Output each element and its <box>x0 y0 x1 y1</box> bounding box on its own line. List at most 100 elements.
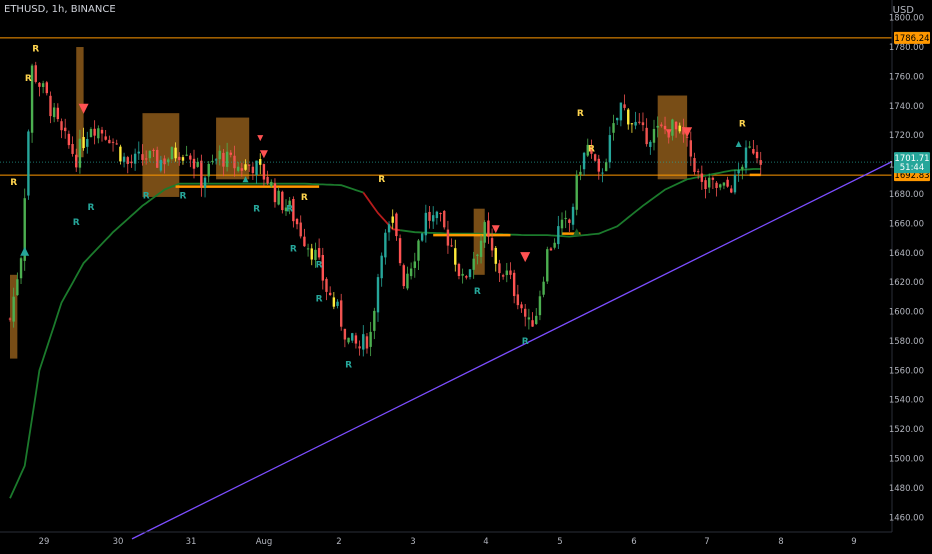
candle <box>450 245 453 247</box>
candle <box>395 213 398 237</box>
signal-label: R <box>253 205 260 215</box>
time-tick-label: 6 <box>631 537 636 547</box>
candle <box>214 159 218 161</box>
candle <box>409 268 413 277</box>
level-price-tag-label: 1786.24 <box>894 34 929 44</box>
candle <box>413 261 416 268</box>
candle <box>564 217 567 219</box>
time-tick-label: 4 <box>483 537 488 547</box>
candle <box>487 220 490 237</box>
candle <box>137 151 140 154</box>
candle <box>174 147 177 159</box>
candle <box>465 276 468 278</box>
candle <box>516 294 520 306</box>
signal-label: R <box>588 144 595 154</box>
candle <box>262 164 266 180</box>
candle <box>509 270 512 275</box>
candle <box>730 188 733 193</box>
candle <box>512 272 516 297</box>
candle <box>332 297 336 307</box>
candle <box>689 140 692 157</box>
candle <box>277 190 280 205</box>
consolidation-zone <box>142 113 180 197</box>
candle <box>619 102 623 121</box>
candle <box>358 346 361 349</box>
price-tick-label: 1500.00 <box>889 455 924 465</box>
candle <box>108 139 111 144</box>
candle <box>700 173 704 182</box>
candle <box>8 318 12 320</box>
candle <box>89 129 93 138</box>
candle <box>722 182 726 186</box>
candle <box>351 333 354 341</box>
candle <box>189 155 192 160</box>
candle <box>398 238 402 264</box>
candle <box>634 121 637 126</box>
candle <box>696 171 700 173</box>
candle <box>656 125 659 128</box>
candle <box>755 151 759 159</box>
candle <box>314 249 317 260</box>
chart-canvas[interactable]: RRRRRR RR RRRRRRRRRRRR1460.001480.001500.0… <box>0 0 932 550</box>
candle <box>391 216 394 223</box>
candle <box>641 122 645 126</box>
candle <box>328 292 332 296</box>
candle <box>373 310 376 331</box>
candle <box>601 172 604 174</box>
candle <box>236 166 240 171</box>
candle <box>454 248 457 265</box>
candle <box>461 273 464 276</box>
candle <box>310 248 313 260</box>
price-tick-label: 1540.00 <box>889 396 924 406</box>
candle <box>678 125 681 132</box>
candle <box>336 301 339 306</box>
price-tick-label: 1480.00 <box>889 484 924 494</box>
candle <box>78 138 82 168</box>
candle <box>483 222 486 243</box>
candle <box>571 206 575 225</box>
candle <box>704 180 707 190</box>
candle <box>741 166 744 170</box>
candle <box>472 258 475 270</box>
candle <box>439 213 442 215</box>
candle <box>627 109 630 125</box>
candle <box>476 254 479 256</box>
candle <box>343 328 347 340</box>
price-axis-background <box>892 0 932 550</box>
candle <box>218 150 221 160</box>
candle <box>248 164 251 166</box>
candle <box>255 160 258 176</box>
candle <box>148 150 152 159</box>
candle <box>752 149 755 154</box>
candle <box>347 337 350 343</box>
candle <box>34 65 37 82</box>
signal-label: R <box>73 218 80 228</box>
candle <box>546 249 549 282</box>
time-tick-label: 29 <box>39 537 50 547</box>
price-tick-label: 1720.00 <box>889 131 924 141</box>
candle <box>428 211 431 221</box>
candle <box>443 210 446 228</box>
candle <box>71 144 74 154</box>
candle <box>126 157 129 165</box>
signal-label: R <box>522 337 529 347</box>
currency-label: USD <box>892 5 914 16</box>
candle <box>568 219 571 223</box>
candle <box>711 177 715 180</box>
consolidation-zone <box>473 208 485 275</box>
candle <box>49 95 52 117</box>
candle <box>748 146 751 148</box>
candle <box>38 82 41 87</box>
candle <box>376 277 380 313</box>
candle <box>608 135 612 163</box>
candle <box>222 152 225 167</box>
price-tick-label: 1760.00 <box>889 72 924 82</box>
candle <box>505 270 508 276</box>
candle <box>325 278 328 292</box>
price-tick-label: 1580.00 <box>889 337 924 347</box>
chart[interactable]: R R R R R R R R R R R R R R R R R R R R 1460.00 1480.00 1500.0… <box>0 0 932 550</box>
candle <box>553 242 556 248</box>
candle <box>299 222 302 237</box>
candle <box>354 335 358 344</box>
candle <box>244 164 247 170</box>
